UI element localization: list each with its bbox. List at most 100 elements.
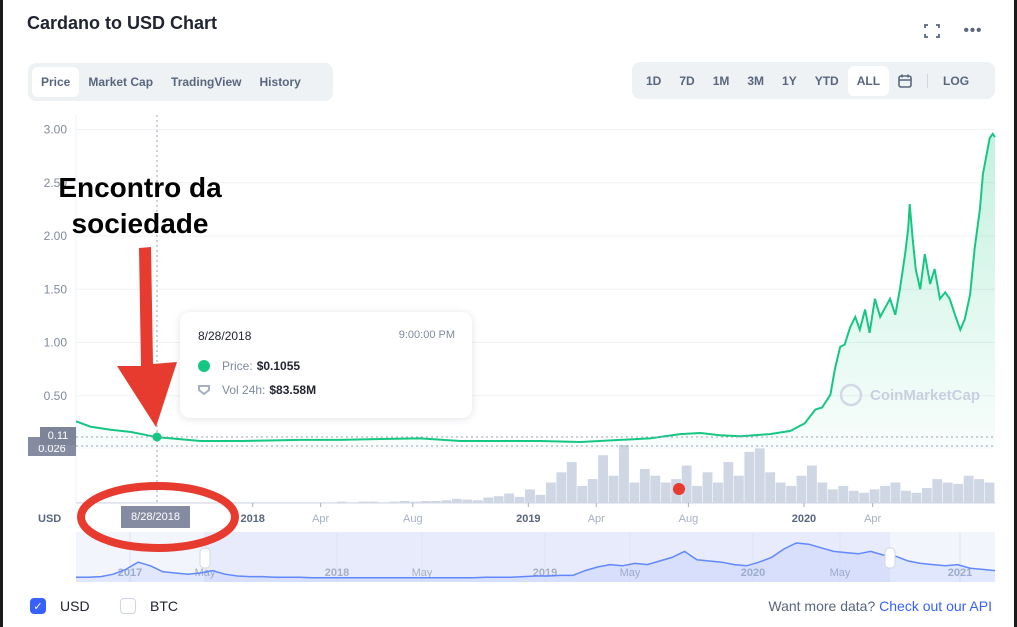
event-marker-icon[interactable] [673,483,685,495]
volume-bar [911,492,922,503]
volume-bar [566,462,577,503]
tooltip-price-label: Price: [222,359,253,373]
volume-bar [713,482,723,503]
api-promo: Want more data? Check out our API [768,598,992,614]
y-tick-label: 1.00 [44,336,68,350]
y-tick-label: 3.00 [44,123,68,137]
volume-bar [963,475,974,503]
volume-bar [420,500,431,503]
price-dot-icon [198,360,210,372]
volume-bar [525,489,535,503]
volume-bar [577,485,588,503]
volume-bar [431,500,441,503]
tooltip-price-row: Price: $0.1055 [198,359,300,373]
checkbox-unchecked-icon[interactable] [120,598,136,614]
volume-bar [159,502,170,503]
volume-bar [598,455,609,503]
y-tick-label: 0.50 [44,389,68,403]
volume-bar [921,487,932,503]
currency-usd-label: USD [60,598,90,614]
volume-bar [514,496,525,503]
volume-bar [493,496,504,503]
volume-bar [827,489,838,503]
x-tick-label: 2019 [516,513,540,525]
volume-bar [984,482,995,503]
annotation-line-2: sociedade [71,208,209,239]
volume-bar [201,502,212,503]
currency-usd-checkbox[interactable]: ✓ USD [30,598,90,614]
volume-bar [222,502,233,503]
volume-bar [347,502,358,503]
y-tick-label: 1.50 [44,282,68,296]
currency-btc-label: BTC [150,598,178,614]
api-link[interactable]: Check out our API [879,598,992,614]
volume-bar [169,502,180,503]
x-tick-label: Aug [403,513,423,525]
x-tick-label: 2018 [240,513,264,525]
volume-bar [723,462,734,503]
tooltip-time: 9:00:00 PM [398,329,455,341]
volume-bar [232,502,243,503]
volume-bar [535,494,546,503]
tooltip-date: 8/28/2018 [198,329,252,343]
volume-bar [880,485,890,503]
volume-bar [754,448,765,503]
checkbox-checked-icon[interactable]: ✓ [30,598,46,614]
volume-bar [211,502,222,503]
volume-bar [807,465,817,503]
volume-bar [253,502,264,503]
navigator-handle-left[interactable] [199,547,211,569]
volume-bar [399,500,410,503]
volume-bar [744,451,755,503]
tooltip-volume-row: Vol 24h: $83.58M [198,383,316,397]
volume-bar [660,482,671,503]
volume-bar [817,482,828,503]
x-tick-label: Aug [679,513,699,525]
volume-bar [76,502,86,503]
tooltip-volume-label: Vol 24h: [222,383,266,397]
volume-bar [295,502,306,503]
volume-bar [378,502,389,503]
volume-bar [337,501,347,503]
tooltip-volume-value: $83.58M [269,383,317,397]
volume-bar [859,492,870,503]
volume-bar [128,502,139,503]
volume-bar [243,502,253,503]
volume-bar [587,479,598,503]
volume-bar [733,475,744,503]
volume-bar [639,468,650,503]
volume-bar [619,445,629,503]
volume-bar [472,500,483,503]
volume-bar [117,502,128,503]
tooltip-price-value: $0.1055 [256,359,301,373]
volume-bar [86,502,97,503]
volume-bar [504,493,515,503]
volume-bar [483,497,494,503]
volume-bar [96,502,107,503]
volume-bar [953,483,964,503]
volume-bar [316,502,327,503]
currency-btc-checkbox[interactable]: BTC [120,598,178,614]
volume-bar [274,502,285,503]
volume-bar [180,502,191,503]
volume-bar [890,482,901,503]
volume-bar [441,500,452,503]
volume-bar [650,475,661,503]
volume-bar [545,482,556,503]
price-chart[interactable]: 0.501.001.502.002.503.00 2018 Apr Aug 2019 A… [0,0,1017,627]
volume-bar [263,502,274,503]
x-tick-label: Apr [864,513,881,525]
volume-bar [389,501,400,503]
x-tick-label: 2020 [792,513,816,525]
volume-icon [198,385,210,396]
volume-bar [775,482,786,503]
volume-bar [190,502,201,503]
volume-bar [869,489,880,503]
volume-bar [357,501,368,503]
volume-bar [786,485,796,503]
volume-bar [848,490,859,503]
navigator-handle-right[interactable] [884,547,896,569]
volume-bar [608,475,619,503]
coinmarketcap-watermark: CoinMarketCap [870,387,980,404]
volume-bar [942,482,953,503]
